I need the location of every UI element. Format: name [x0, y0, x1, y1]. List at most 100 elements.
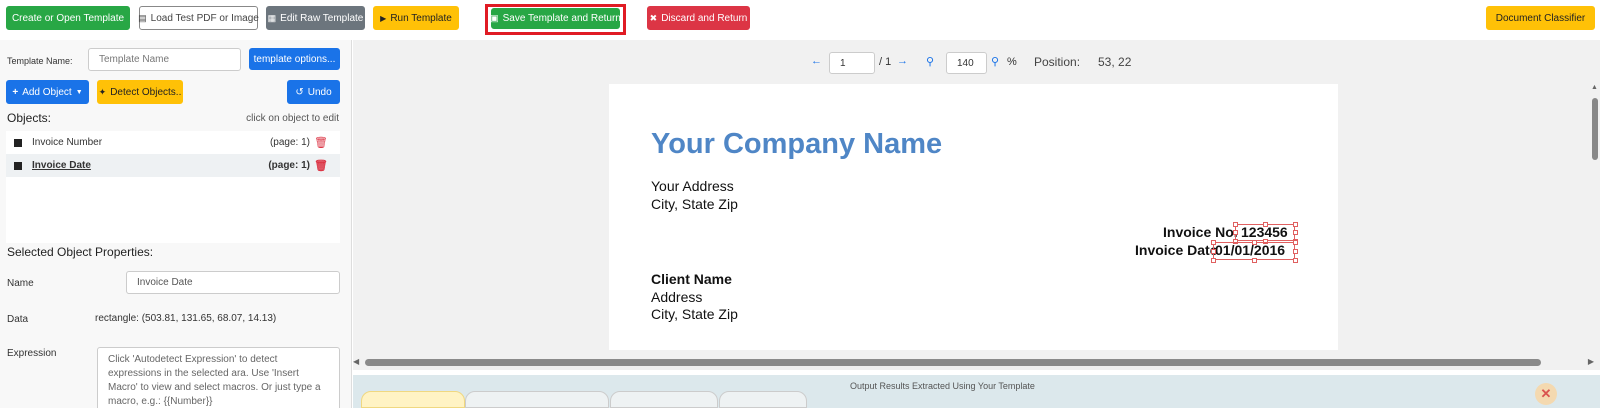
- resize-handle[interactable]: [1252, 258, 1257, 263]
- document-page[interactable]: Your Company Name Your Address City, Sta…: [609, 84, 1338, 350]
- zoom-in-icon[interactable]: ⚲: [991, 55, 999, 68]
- position-value: 53, 22: [1098, 55, 1132, 69]
- expression-textarea[interactable]: Click 'Autodetect Expression' to detect …: [97, 347, 340, 408]
- load-test-pdf-button[interactable]: ▤ Load Test PDF or Image: [138, 6, 259, 30]
- resize-handle[interactable]: [1263, 222, 1268, 227]
- template-name-input[interactable]: Template Name: [88, 48, 241, 71]
- document-viewer: ← 1 / 1 → ⚲ 140 ⚲ % Position: 53, 22 You…: [353, 40, 1600, 370]
- resize-handle[interactable]: [1211, 249, 1216, 254]
- zoom-input[interactable]: 140: [946, 52, 987, 74]
- company-address-line2: City, State Zip: [651, 196, 738, 212]
- resize-handle[interactable]: [1293, 249, 1298, 254]
- caret-down-icon: ▼: [75, 88, 83, 96]
- edit-icon: ▦: [267, 12, 277, 23]
- resize-handle[interactable]: [1211, 258, 1216, 263]
- template-name-label: Template Name:: [7, 56, 73, 66]
- resize-handle[interactable]: [1293, 230, 1298, 235]
- load-test-pdf-label: Load Test PDF or Image: [150, 12, 259, 24]
- objects-heading: Objects:: [7, 111, 52, 125]
- output-results-panel: Output Results Extracted Using Your Temp…: [353, 375, 1600, 408]
- detect-objects-label: Detect Objects..: [110, 86, 182, 98]
- output-tab-3[interactable]: [610, 391, 718, 408]
- name-value: Invoice Date: [137, 277, 193, 288]
- highlight-box: [485, 4, 626, 35]
- template-options-button[interactable]: template options...: [249, 48, 340, 70]
- zoom-out-icon[interactable]: ⚲: [926, 55, 934, 68]
- template-name-placeholder: Template Name: [99, 54, 170, 65]
- discard-and-return-button[interactable]: ✖ Discard and Return: [647, 6, 750, 30]
- close-icon: ✖: [649, 12, 658, 23]
- scroll-left-icon[interactable]: ◀: [353, 357, 359, 366]
- object-row-invoice-date[interactable]: Invoice Date (page: 1) 🗑: [6, 154, 340, 177]
- client-name: Client Name: [651, 271, 732, 287]
- object-page: (page: 1): [268, 160, 310, 171]
- output-results-title: Output Results Extracted Using Your Temp…: [850, 381, 1035, 391]
- horizontal-scrollbar[interactable]: ◀ ▶: [353, 356, 1600, 368]
- document-classifier-label: Document Classifier: [1495, 12, 1586, 24]
- document-classifier-button[interactable]: Document Classifier: [1486, 6, 1595, 30]
- trash-icon[interactable]: 🗑: [314, 159, 328, 172]
- client-city: City, State Zip: [651, 306, 738, 322]
- objects-hint: click on object to edit: [246, 113, 339, 124]
- left-panel: Template Name: Template Name template op…: [0, 40, 352, 408]
- run-template-button[interactable]: ▶ Run Template: [373, 6, 459, 30]
- create-open-template-button[interactable]: Create or Open Template: [6, 6, 130, 30]
- object-color-swatch: [14, 138, 22, 147]
- expression-label: Expression: [7, 348, 57, 359]
- resize-handle[interactable]: [1233, 230, 1238, 235]
- page-number-value: 1: [840, 57, 846, 69]
- trash-icon[interactable]: 🗑: [314, 136, 328, 149]
- object-name: Invoice Date: [32, 160, 91, 171]
- undo-label: Undo: [307, 86, 332, 98]
- resize-handle[interactable]: [1252, 240, 1257, 245]
- vertical-scrollbar[interactable]: ▲: [1590, 84, 1600, 364]
- arrow-right-icon[interactable]: →: [897, 55, 908, 67]
- expression-placeholder: Click 'Autodetect Expression' to detect …: [108, 354, 321, 407]
- objects-list: Invoice Number (page: 1) 🗑 Invoice Date …: [6, 131, 340, 243]
- company-name: Your Company Name: [651, 128, 943, 160]
- undo-icon: ↺: [295, 86, 304, 98]
- add-object-button[interactable]: + Add Object ▼: [6, 80, 89, 104]
- data-value: rectangle: (503.81, 131.65, 68.07, 14.13…: [95, 313, 277, 324]
- magic-wand-icon: ✦: [98, 86, 107, 97]
- resize-handle[interactable]: [1233, 222, 1238, 227]
- resize-handle[interactable]: [1293, 258, 1298, 263]
- detect-objects-button[interactable]: ✦ Detect Objects..: [97, 80, 183, 104]
- name-input[interactable]: Invoice Date: [126, 271, 340, 294]
- scrollbar-thumb[interactable]: [1592, 98, 1598, 160]
- scroll-right-icon[interactable]: ▶: [1588, 357, 1594, 366]
- page-number-input[interactable]: 1: [829, 52, 875, 74]
- data-label: Data: [7, 314, 29, 325]
- resize-handle[interactable]: [1293, 222, 1298, 227]
- selected-props-heading: Selected Object Properties:: [7, 245, 154, 259]
- add-object-label: Add Object: [22, 86, 72, 98]
- pdf-file-icon: ▤: [138, 12, 147, 23]
- scroll-up-icon[interactable]: ▲: [1591, 84, 1598, 91]
- position-label: Position:: [1034, 55, 1081, 69]
- plus-icon: +: [12, 86, 19, 98]
- company-address-line1: Your Address: [651, 178, 734, 194]
- edit-raw-template-button[interactable]: ▦ Edit Raw Template: [266, 6, 365, 30]
- run-template-label: Run Template: [390, 12, 452, 24]
- object-page: (page: 1): [269, 137, 310, 148]
- close-circle-icon[interactable]: ✕: [1535, 383, 1557, 405]
- discard-and-return-label: Discard and Return: [661, 12, 748, 24]
- name-label: Name: [7, 278, 34, 289]
- undo-button[interactable]: ↺ Undo: [287, 80, 340, 104]
- output-tab-4[interactable]: [719, 391, 807, 408]
- resize-handle[interactable]: [1211, 240, 1216, 245]
- play-icon: ▶: [380, 13, 387, 23]
- hscroll-thumb[interactable]: [365, 359, 1541, 366]
- client-address: Address: [651, 289, 703, 305]
- resize-handle[interactable]: [1293, 240, 1298, 245]
- output-tab-1[interactable]: [361, 391, 465, 408]
- arrow-left-icon[interactable]: ←: [811, 55, 822, 67]
- zoom-unit: %: [1007, 56, 1017, 68]
- edit-raw-template-label: Edit Raw Template: [280, 12, 364, 24]
- object-color-swatch: [14, 161, 22, 170]
- object-row-invoice-number[interactable]: Invoice Number (page: 1) 🗑: [6, 131, 340, 154]
- invoice-no-label: Invoice No.: [1163, 224, 1238, 240]
- object-name: Invoice Number: [32, 137, 103, 148]
- output-tab-2[interactable]: [465, 391, 609, 408]
- zoom-value: 140: [957, 57, 974, 69]
